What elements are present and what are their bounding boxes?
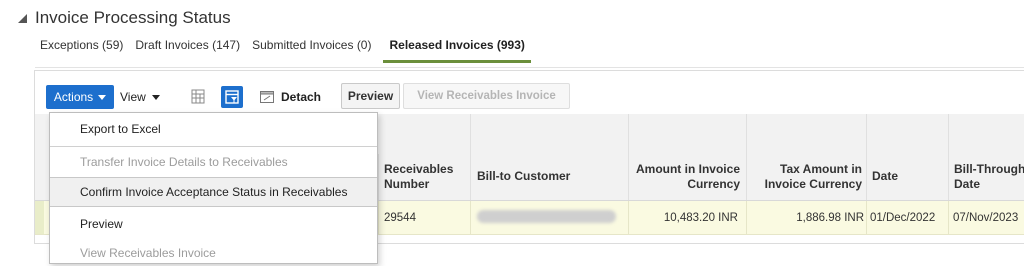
section-title: Invoice Processing Status: [35, 8, 231, 27]
redacted-customer-name: [477, 210, 616, 223]
row-selection-strip: [35, 201, 44, 234]
view-label: View: [120, 90, 146, 104]
tab-released-invoices[interactable]: Released Invoices (993): [383, 38, 531, 63]
menu-separator: [50, 146, 377, 147]
query-by-example-icon[interactable]: [221, 86, 243, 108]
column-header-receivables-number[interactable]: Receivables Number: [384, 162, 469, 192]
cell-receivables-number: 29544: [384, 212, 416, 224]
view-menu-button[interactable]: View: [120, 85, 160, 109]
menu-item-preview[interactable]: Preview: [50, 210, 377, 238]
column-header-amount[interactable]: Amount in Invoice Currency: [630, 162, 740, 192]
chevron-down-icon: [98, 94, 107, 100]
actions-menu-button[interactable]: Actions: [46, 85, 114, 109]
detach-label: Detach: [281, 90, 322, 104]
actions-label: Actions: [53, 90, 94, 104]
column-header-bill-through-date[interactable]: Bill-Through Date: [954, 162, 1024, 192]
cell-bill-through-date: 07/Nov/2023: [953, 212, 1019, 224]
detach-button[interactable]: Detach: [259, 85, 321, 109]
column-header-bill-to-customer[interactable]: Bill-to Customer: [477, 169, 570, 184]
column-header-tax-amount[interactable]: Tax Amount in Invoice Currency: [752, 162, 862, 192]
tab-bar: Exceptions (59) Draft Invoices (147) Sub…: [40, 38, 543, 63]
preview-button[interactable]: Preview: [341, 83, 400, 109]
view-receivables-invoice-button[interactable]: View Receivables Invoice: [403, 83, 570, 109]
column-header-date[interactable]: Date: [872, 169, 898, 184]
section-header[interactable]: Invoice Processing Status: [18, 8, 231, 28]
freeze-columns-icon[interactable]: [188, 87, 208, 107]
tab-exceptions[interactable]: Exceptions (59): [40, 38, 123, 63]
cell-date: 01/Dec/2022: [870, 212, 936, 224]
actions-dropdown-menu: Export to Excel Transfer Invoice Details…: [49, 112, 378, 264]
cell-amount: 10,483.20 INR: [663, 212, 738, 224]
menu-item-transfer-invoice-details[interactable]: Transfer Invoice Details to Receivables: [50, 149, 377, 175]
tab-divider: [35, 67, 1024, 68]
menu-item-export-to-excel[interactable]: Export to Excel: [50, 115, 377, 143]
tab-submitted-invoices[interactable]: Submitted Invoices (0): [252, 38, 371, 63]
collapse-triangle-icon[interactable]: [18, 13, 27, 23]
cell-tax-amount: 1,886.98 INR: [796, 212, 864, 224]
menu-item-confirm-invoice-acceptance[interactable]: Confirm Invoice Acceptance Status in Rec…: [50, 177, 377, 207]
detach-icon: [259, 88, 275, 107]
tab-draft-invoices[interactable]: Draft Invoices (147): [135, 38, 240, 63]
menu-item-view-receivables-invoice[interactable]: View Receivables Invoice: [50, 240, 377, 266]
chevron-down-icon: [151, 94, 160, 100]
